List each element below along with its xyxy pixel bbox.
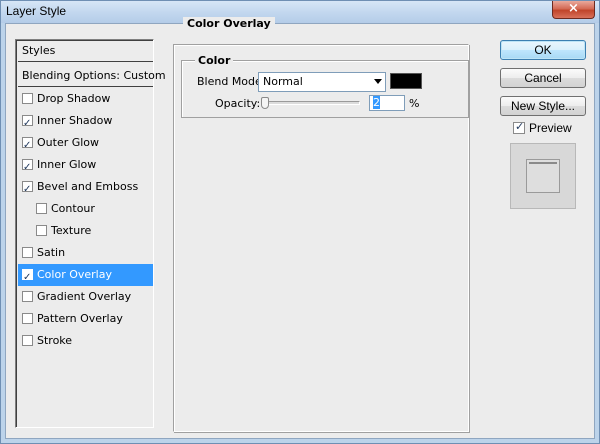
style-item-pattern-overlay[interactable]: Pattern Overlay bbox=[18, 308, 153, 330]
styles-header[interactable]: Styles bbox=[18, 40, 153, 62]
style-checkbox[interactable] bbox=[22, 179, 33, 200]
style-checkbox[interactable] bbox=[36, 225, 47, 236]
window-title: Layer Style bbox=[6, 4, 67, 18]
style-item-bevel-and-emboss[interactable]: Bevel and Emboss bbox=[18, 176, 153, 200]
preview-checkbox[interactable] bbox=[513, 120, 525, 134]
opacity-value: 2 bbox=[373, 96, 380, 109]
title-bar[interactable]: Layer Style × bbox=[1, 1, 599, 23]
style-item-inner-glow[interactable]: Inner Glow bbox=[18, 154, 153, 178]
style-item-label: Contour bbox=[51, 202, 95, 215]
style-checkbox[interactable] bbox=[22, 135, 33, 156]
style-item-label: Texture bbox=[51, 224, 92, 237]
layer-style-dialog: Layer Style × Styles Blending Options: C… bbox=[0, 0, 600, 444]
style-item-label: Stroke bbox=[37, 334, 73, 347]
preview-swatch bbox=[526, 159, 560, 193]
style-checkbox[interactable] bbox=[22, 267, 33, 288]
style-item-label: Gradient Overlay bbox=[37, 290, 132, 303]
opacity-input[interactable]: 2 bbox=[369, 95, 405, 111]
style-checkbox[interactable] bbox=[22, 157, 33, 178]
blend-mode-label: Blend Mode: bbox=[197, 75, 266, 88]
style-item-label: Inner Glow bbox=[37, 158, 97, 171]
style-checkbox[interactable] bbox=[22, 335, 33, 346]
style-checkbox[interactable] bbox=[22, 93, 33, 104]
color-group-title: Color bbox=[195, 54, 234, 67]
style-checkbox[interactable] bbox=[22, 113, 33, 134]
style-item-gradient-overlay[interactable]: Gradient Overlay bbox=[18, 286, 153, 308]
style-item-label: Satin bbox=[37, 246, 66, 259]
style-item-contour[interactable]: Contour bbox=[18, 198, 153, 220]
style-item-inner-shadow[interactable]: Inner Shadow bbox=[18, 110, 153, 134]
style-item-stroke[interactable]: Stroke bbox=[18, 330, 153, 352]
style-item-label: Pattern Overlay bbox=[37, 312, 123, 325]
style-item-label: Inner Shadow bbox=[37, 114, 113, 127]
panel-title: Color Overlay bbox=[183, 17, 275, 30]
style-item-label: Drop Shadow bbox=[37, 92, 111, 105]
style-item-texture[interactable]: Texture bbox=[18, 220, 153, 242]
overlay-color-swatch[interactable] bbox=[390, 73, 422, 89]
ok-button-label: OK bbox=[534, 43, 552, 57]
style-item-label: Bevel and Emboss bbox=[37, 180, 139, 193]
cancel-button[interactable]: Cancel bbox=[500, 68, 586, 88]
blending-options-item[interactable]: Blending Options: Custom bbox=[18, 65, 166, 87]
blend-mode-value: Normal bbox=[263, 75, 303, 88]
blend-mode-select[interactable]: Normal bbox=[258, 72, 386, 92]
style-item-drop-shadow[interactable]: Drop Shadow bbox=[18, 88, 153, 110]
new-style-button-label: New Style... bbox=[510, 99, 576, 113]
styles-header-label: Styles bbox=[22, 44, 56, 57]
opacity-slider-track[interactable] bbox=[263, 101, 360, 105]
opacity-label: Opacity: bbox=[215, 97, 261, 110]
blending-options-label: Blending Options: Custom bbox=[22, 69, 166, 82]
style-item-satin[interactable]: Satin bbox=[18, 242, 153, 264]
ok-button[interactable]: OK bbox=[500, 40, 586, 60]
chevron-down-icon bbox=[374, 79, 382, 84]
preview-thumbnail bbox=[510, 143, 576, 209]
close-icon: × bbox=[568, 1, 579, 16]
cancel-button-label: Cancel bbox=[524, 71, 562, 85]
style-item-outer-glow[interactable]: Outer Glow bbox=[18, 132, 153, 156]
opacity-unit: % bbox=[409, 97, 420, 110]
style-checkbox[interactable] bbox=[36, 203, 47, 214]
preview-label: Preview bbox=[529, 121, 572, 135]
style-item-label: Color Overlay bbox=[37, 268, 112, 281]
style-checkbox[interactable] bbox=[22, 313, 33, 324]
new-style-button[interactable]: New Style... bbox=[500, 96, 586, 116]
styles-list: Styles Blending Options: Custom Drop Sha… bbox=[15, 39, 166, 428]
opacity-slider-thumb[interactable] bbox=[261, 97, 269, 109]
style-checkbox[interactable] bbox=[22, 291, 33, 302]
style-checkbox[interactable] bbox=[22, 247, 33, 258]
close-button[interactable]: × bbox=[552, 1, 595, 19]
style-item-label: Outer Glow bbox=[37, 136, 100, 149]
style-item-color-overlay[interactable]: Color Overlay bbox=[18, 264, 153, 288]
